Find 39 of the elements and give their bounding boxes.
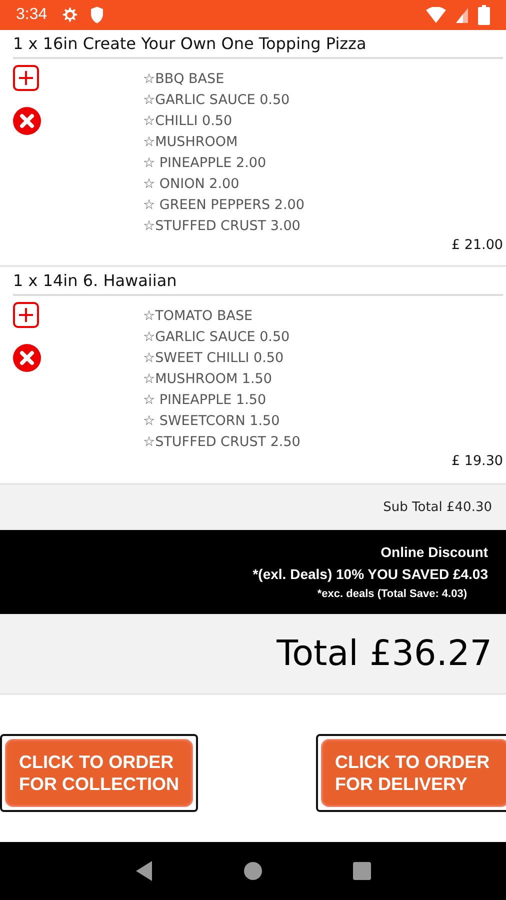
back-icon[interactable] [134,861,154,881]
add-icon[interactable] [13,302,39,328]
discount-note: *exc. deals (Total Save: 4.03) [317,587,467,602]
topping-text: ☆ PINEAPPLE 2.00 [143,154,268,173]
topping-text: ☆GARLIC SAUCE 0.50 [143,91,291,110]
discount-text: *(exl. Deals) 10% YOU SAVED £4.03 [252,565,488,584]
topping-text: ☆ SWEETCORN 1.50 [143,412,281,431]
remove-icon[interactable] [13,107,41,135]
topping-text: ☆GARLIC SAUCE 0.50 [143,328,291,347]
discount-title: Online Discount [380,543,488,562]
wifi-icon [426,7,446,23]
topping-text: ☆ PINEAPPLE 1.50 [143,391,268,410]
order-button[interactable]: CLICK TO ORDER FOR DELIVERY [321,738,506,806]
topping-text: ☆STUFFED CRUST 2.50 [143,433,300,452]
signal-icon [456,7,468,23]
add-icon[interactable] [13,65,39,91]
recents-icon[interactable] [352,861,372,881]
subtotal-text: Sub Total £40.30 [383,500,492,515]
settings-icon [61,6,80,24]
order-button[interactable]: CLICK TO ORDER FOR COLLECTION [5,738,193,806]
item-price: £ 21.00 [450,237,503,255]
topping-text: ☆SWEET CHILLI 0.50 [143,349,285,368]
topping-text: ☆ ONION 2.00 [143,175,240,194]
item-title: 1 x 16in Create Your Own One Topping Pizza [13,34,503,59]
shield-icon [89,6,106,24]
item-title: 1 x 14in 6. Hawaiian [13,271,503,296]
home-icon[interactable] [242,861,263,881]
topping-text: ☆BBQ BASE [143,70,226,89]
topping-text: ☆ GREEN PEPPERS 2.00 [143,196,304,215]
topping-text: ☆MUSHROOM [143,133,239,152]
remove-icon[interactable] [13,344,41,372]
item-price: £ 19.30 [450,453,503,471]
total-text: Total £36.27 [276,634,492,674]
topping-text: ☆MUSHROOM 1.50 [143,370,273,389]
topping-text: ☆CHILLI 0.50 [143,112,234,131]
topping-text: ☆STUFFED CRUST 3.00 [143,217,302,236]
clock-time: 3:34 [16,6,48,24]
topping-text: ☆TOMATO BASE [143,307,254,326]
battery-icon [478,5,490,25]
